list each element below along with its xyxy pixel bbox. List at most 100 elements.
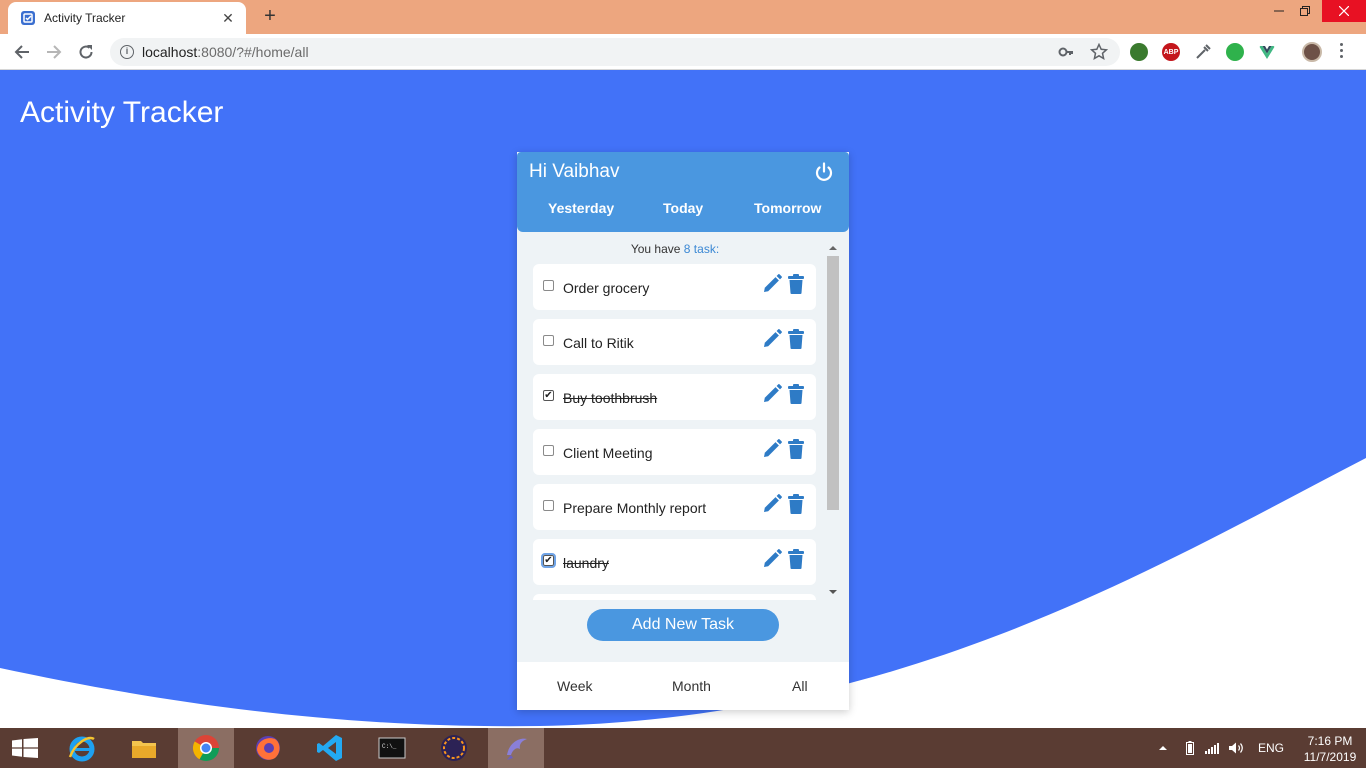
- taskbar-java-ee-ide[interactable]: [426, 728, 482, 768]
- chrome-icon: [192, 735, 220, 762]
- add-new-task-button[interactable]: Add New Task: [587, 609, 779, 641]
- tab-title: Activity Tracker: [44, 11, 126, 25]
- pencil-icon[interactable]: [762, 439, 782, 459]
- tab-today[interactable]: Today: [663, 200, 703, 216]
- taskbar-vscode[interactable]: [302, 728, 358, 768]
- task-checkbox-checked[interactable]: ✔: [541, 553, 556, 568]
- pencil-icon[interactable]: [762, 274, 782, 294]
- tab-close-icon[interactable]: ✕: [220, 10, 236, 27]
- window-close-button[interactable]: [1322, 0, 1366, 22]
- task-text: Order grocery: [563, 280, 650, 296]
- system-clock[interactable]: 7:16 PM 11/7/2019: [1300, 733, 1360, 765]
- user-greeting: Hi Vaibhav: [529, 161, 620, 182]
- star-icon[interactable]: [1090, 43, 1108, 61]
- tab-yesterday[interactable]: Yesterday: [548, 200, 614, 216]
- firefox-icon: [256, 736, 280, 760]
- list-item: ✔ laundry: [533, 539, 816, 585]
- taskbar-file-explorer[interactable]: [116, 728, 172, 768]
- page-title: Activity Tracker: [20, 96, 224, 129]
- dolphin-icon: [507, 738, 527, 760]
- window-restore-button[interactable]: [1288, 0, 1322, 22]
- pencil-icon[interactable]: [762, 494, 782, 514]
- adblock-plus-icon[interactable]: ABP: [1162, 43, 1180, 61]
- minimize-icon: [1274, 10, 1284, 12]
- url-path: :8080/?#/home/all: [197, 44, 309, 60]
- trash-icon[interactable]: [787, 494, 805, 514]
- taskbar-internet-explorer[interactable]: [54, 728, 110, 768]
- forward-button[interactable]: [42, 40, 66, 64]
- task-checkbox[interactable]: [543, 500, 554, 511]
- extension-globe-icon[interactable]: [1130, 43, 1148, 61]
- browser-menu-icon[interactable]: [1338, 43, 1344, 58]
- pencil-icon[interactable]: [762, 384, 782, 404]
- battery-icon[interactable]: [1186, 728, 1194, 768]
- task-count-value: 8 task:: [683, 242, 720, 256]
- tab-all[interactable]: All: [792, 678, 808, 694]
- task-card: Hi Vaibhav Yesterday Today Tomorrow You …: [517, 152, 849, 710]
- card-footer-nav: Week Month All: [517, 662, 849, 710]
- task-count-prefix: You have: [630, 242, 684, 256]
- folder-icon: [132, 741, 156, 758]
- task-checkbox-checked[interactable]: ✔: [543, 390, 554, 401]
- scroll-up-arrow-icon[interactable]: [829, 246, 837, 250]
- address-bar[interactable]: i localhost:8080/?#/home/all: [110, 38, 1120, 66]
- vscode-icon: [317, 735, 342, 761]
- info-icon[interactable]: i: [120, 45, 134, 59]
- list-item: ✔ Buy toothbrush: [533, 374, 816, 420]
- scrollbar-thumb[interactable]: [827, 256, 839, 510]
- network-icon[interactable]: [1205, 728, 1219, 768]
- volume-icon[interactable]: [1228, 728, 1244, 768]
- page-content: Activity Tracker Hi Vaibhav Yesterday To…: [0, 70, 1366, 728]
- task-text: laundry: [563, 555, 609, 571]
- pencil-icon[interactable]: [762, 329, 782, 349]
- vue-devtools-icon[interactable]: [1258, 43, 1276, 61]
- tab-month[interactable]: Month: [672, 678, 711, 694]
- tab-tomorrow[interactable]: Tomorrow: [754, 200, 821, 216]
- url-text: localhost:8080/?#/home/all: [142, 44, 309, 60]
- task-list[interactable]: Order grocery Call to Ritik ✔ Buy toothb…: [532, 264, 818, 600]
- list-item: Prepare Monthly report: [533, 484, 816, 530]
- java-ee-ide-icon: [441, 735, 467, 761]
- taskbar-dolphin-app[interactable]: [488, 728, 544, 768]
- tray-overflow-icon[interactable]: [1158, 728, 1168, 768]
- trash-icon[interactable]: [787, 439, 805, 459]
- reload-icon: [79, 45, 93, 59]
- trash-icon[interactable]: [787, 274, 805, 294]
- color-picker-icon[interactable]: [1194, 43, 1212, 61]
- reload-button[interactable]: [74, 40, 98, 64]
- browser-tab-activity-tracker[interactable]: Activity Tracker ✕: [8, 2, 246, 34]
- taskbar-chrome[interactable]: [178, 728, 234, 768]
- key-icon[interactable]: [1058, 44, 1074, 60]
- windows-start-icon[interactable]: [12, 738, 38, 758]
- profile-avatar[interactable]: [1302, 42, 1322, 62]
- trash-icon[interactable]: [787, 384, 805, 404]
- clock-date: 11/7/2019: [1303, 750, 1357, 764]
- new-tab-button[interactable]: +: [260, 6, 280, 26]
- task-text: Prepare Monthly report: [563, 500, 707, 516]
- internet-explorer-icon: [68, 736, 95, 762]
- list-item: Call to Ritik: [533, 319, 816, 365]
- list-item: Order grocery: [533, 264, 816, 310]
- taskbar-firefox[interactable]: [240, 728, 296, 768]
- trash-icon[interactable]: [787, 329, 805, 349]
- task-checkbox[interactable]: [543, 445, 554, 456]
- trash-icon[interactable]: [787, 549, 805, 569]
- svg-text:C:\_: C:\_: [382, 743, 397, 750]
- arrow-left-icon: [14, 45, 29, 59]
- scroll-down-arrow-icon[interactable]: [829, 590, 837, 594]
- power-icon[interactable]: [813, 161, 835, 183]
- back-button[interactable]: [10, 40, 34, 64]
- input-language[interactable]: ENG: [1258, 728, 1284, 768]
- task-checkbox[interactable]: [543, 335, 554, 346]
- arrow-right-icon: [47, 45, 62, 59]
- tab-week[interactable]: Week: [557, 678, 593, 694]
- task-checkbox[interactable]: [543, 280, 554, 291]
- task-text: Call to Ritik: [563, 335, 634, 351]
- url-host: localhost: [142, 44, 198, 60]
- extension-toggle-icon[interactable]: [1226, 43, 1244, 61]
- pencil-icon[interactable]: [762, 549, 782, 569]
- task-list-scrollbar[interactable]: [826, 242, 840, 600]
- taskbar-command-prompt[interactable]: C:\_: [364, 728, 420, 768]
- restore-icon: [1300, 6, 1310, 16]
- clock-time: 7:16 PM: [1307, 734, 1353, 748]
